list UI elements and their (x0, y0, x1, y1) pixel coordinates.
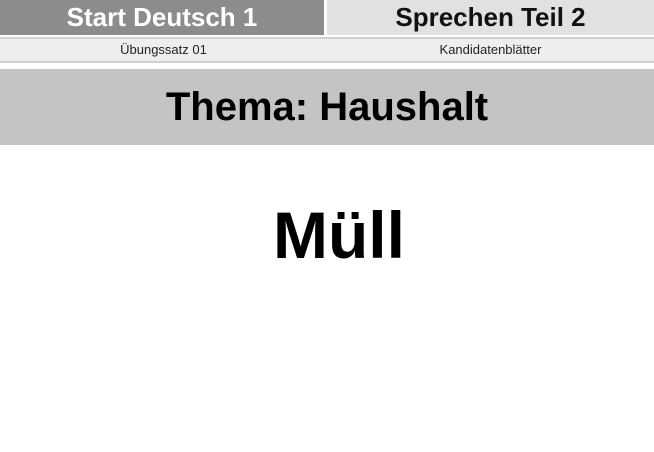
header-row: Start Deutsch 1 Sprechen Teil 2 (0, 0, 654, 35)
subheader-row: Übungssatz 01 Kandidatenblätter (0, 37, 654, 63)
section-title: Sprechen Teil 2 (327, 0, 654, 35)
practice-set-label: Übungssatz 01 (120, 42, 207, 57)
exam-title: Start Deutsch 1 (0, 0, 327, 35)
theme-bar: Thema: Haushalt (0, 69, 654, 145)
card-word: Müll (273, 198, 405, 272)
theme-title: Thema: Haushalt (165, 84, 489, 129)
exam-card-page: Start Deutsch 1 Sprechen Teil 2 Übungssa… (0, 0, 654, 452)
sheet-type-label: Kandidatenblätter (439, 42, 542, 57)
